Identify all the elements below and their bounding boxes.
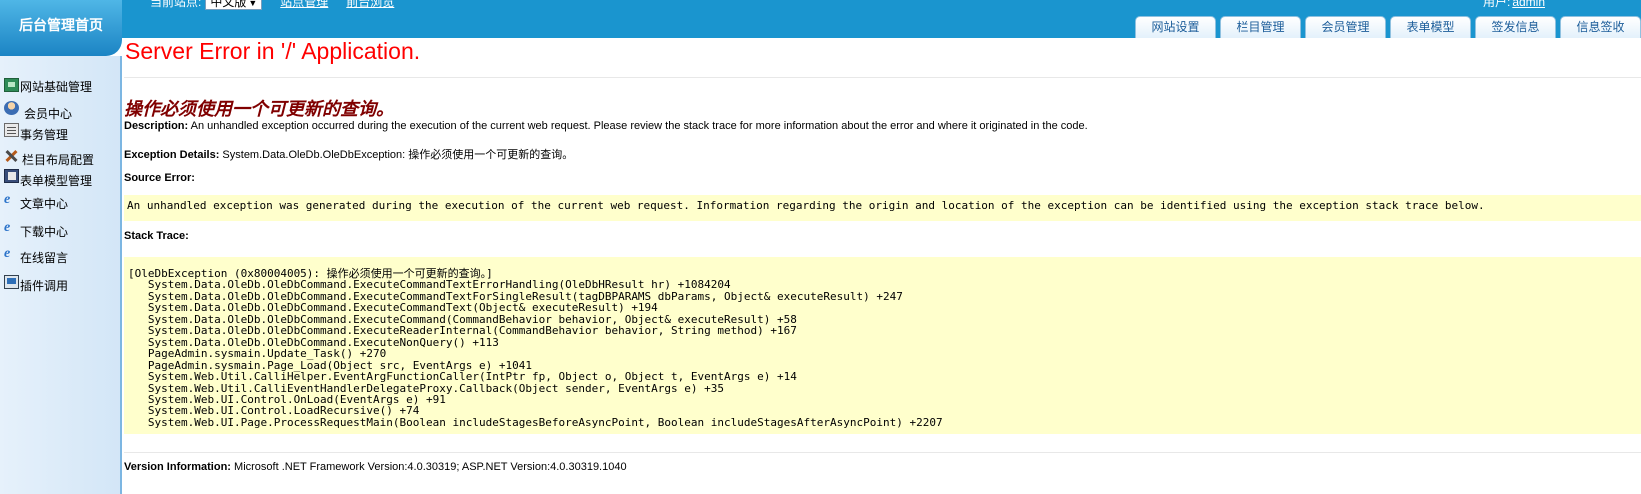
page-title: Server Error in '/' Application. xyxy=(125,38,421,64)
user-info: 用户: admin xyxy=(1483,0,1545,10)
sidebar-item-label: 栏目布局配置 xyxy=(22,153,95,167)
error-page: Server Error in '/' Application. 操作必须使用一… xyxy=(124,38,1641,494)
chevron-down-icon: ▼ xyxy=(248,0,258,8)
sidebar-item-label: 事务管理 xyxy=(20,128,69,142)
sidebar-item-form-model[interactable]: 表单模型管理 xyxy=(4,169,92,189)
error-message: 操作必须使用一个可更新的查询。 xyxy=(124,99,394,120)
logo-text: 后台管理首页 xyxy=(19,17,103,33)
exception-label: Exception Details: xyxy=(124,149,220,161)
sidebar-item-label: 在线留言 xyxy=(20,251,69,265)
sidebar-item-label: 插件调用 xyxy=(20,279,69,293)
site-select-value: 中文版 xyxy=(210,0,247,9)
stack-trace-box: [OleDbException (0x80004005): 操作必须使用一个可更… xyxy=(124,257,1641,434)
exception-details: Exception Details: System.Data.OleDb.Ole… xyxy=(124,146,573,162)
source-error-box: An unhandled exception was generated dur… xyxy=(124,195,1641,221)
version-text: Microsoft .NET Framework Version:4.0.303… xyxy=(234,461,627,473)
user-icon xyxy=(4,101,19,115)
exception-text: System.Data.OleDb.OleDbException: 操作必须使用… xyxy=(222,149,574,161)
top-tabs: 网站设置 栏目管理 会员管理 表单模型 签发信息 信息签收 xyxy=(1135,16,1641,38)
divider xyxy=(124,452,1641,453)
frontend-browse-link[interactable]: 前台浏览 xyxy=(346,0,394,10)
description-label: Description: xyxy=(124,120,189,132)
stack-trace-label: Stack Trace: xyxy=(124,230,189,242)
stack-trace-line: System.Data.OleDb.OleDbCommand.ExecuteRe… xyxy=(128,324,797,338)
tab-info-receipt[interactable]: 信息签收 xyxy=(1560,16,1641,38)
description-text: An unhandled exception occurred during t… xyxy=(190,120,1088,132)
user-name-link[interactable]: admin xyxy=(1512,0,1545,9)
book-icon xyxy=(4,169,19,183)
version-label: Version Information: xyxy=(124,461,231,473)
tools-icon xyxy=(4,149,19,163)
sidebar-item-label: 会员中心 xyxy=(24,107,73,121)
sidebar-item-download-center[interactable]: e 下载中心 xyxy=(4,220,69,240)
site-switch: 当前站点: 中文版 ▼ 站点管理 前台浏览 xyxy=(150,0,394,10)
tab-site-settings[interactable]: 网站设置 xyxy=(1135,16,1216,38)
site-select[interactable]: 中文版 ▼ xyxy=(205,0,263,10)
description: Description: An unhandled exception occu… xyxy=(124,120,1088,132)
sidebar-item-online-message[interactable]: e 在线留言 xyxy=(4,246,69,266)
document-icon xyxy=(4,123,19,137)
sidebar-item-site-basic[interactable]: 网站基础管理 xyxy=(4,78,92,95)
sidebar-item-article-center[interactable]: e 文章中心 xyxy=(4,192,69,212)
folder-tree-icon xyxy=(4,78,19,92)
stack-trace-line: System.Web.UI.Page.ProcessRequestMain(Bo… xyxy=(128,415,943,429)
divider xyxy=(124,77,1641,78)
sidebar-item-label: 网站基础管理 xyxy=(20,80,93,94)
site-manage-link[interactable]: 站点管理 xyxy=(280,0,328,10)
stack-trace-line: PageAdmin.sysmain.Update_Task() +270 xyxy=(128,347,387,361)
sidebar-item-label: 文章中心 xyxy=(20,197,69,211)
tab-issue-info[interactable]: 签发信息 xyxy=(1475,16,1556,38)
sidebar-item-column-layout[interactable]: 栏目布局配置 xyxy=(4,149,94,168)
user-label: 用户: xyxy=(1482,0,1511,9)
site-switch-label: 当前站点: xyxy=(150,0,202,9)
sidebar-item-affairs[interactable]: 事务管理 xyxy=(4,123,68,143)
version-information: Version Information: Microsoft .NET Fram… xyxy=(124,461,627,473)
tab-member-management[interactable]: 会员管理 xyxy=(1305,16,1386,38)
ie-icon: e xyxy=(4,246,11,261)
admin-home-logo[interactable]: 后台管理首页 xyxy=(0,0,122,56)
stack-trace-line: System.Web.Util.CalliHelper.EventArgFunc… xyxy=(128,370,797,384)
sidebar: 网站基础管理 会员中心 事务管理 栏目布局配置 表单模型管理 e 文章中心 e … xyxy=(0,56,122,494)
sidebar-item-plugin-call[interactable]: 插件调用 xyxy=(4,275,68,294)
sidebar-item-label: 表单模型管理 xyxy=(20,174,93,188)
tab-form-model[interactable]: 表单模型 xyxy=(1390,16,1471,38)
source-error-text: An unhandled exception was generated dur… xyxy=(127,199,1485,212)
sidebar-item-label: 下载中心 xyxy=(20,225,69,239)
ie-icon: e xyxy=(4,192,11,207)
tab-column-management[interactable]: 栏目管理 xyxy=(1220,16,1301,38)
sidebar-item-member-center[interactable]: 会员中心 xyxy=(4,101,72,122)
source-error-label: Source Error: xyxy=(124,172,195,184)
top-bar: 当前站点: 中文版 ▼ 站点管理 前台浏览 用户: admin 网站设置 栏目管理 … xyxy=(0,0,1641,38)
computer-icon xyxy=(4,275,19,289)
ie-icon: e xyxy=(4,220,11,235)
